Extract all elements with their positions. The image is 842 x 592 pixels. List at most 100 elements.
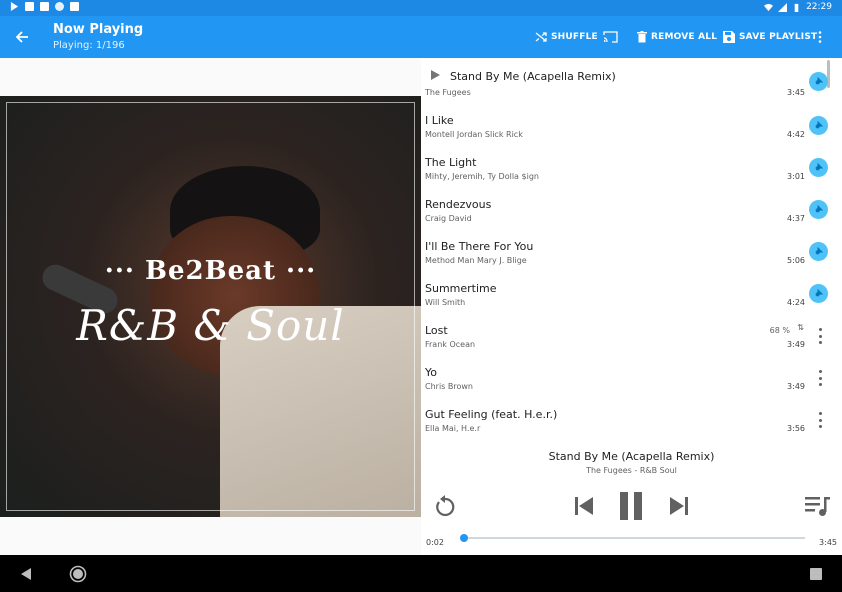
now-playing-subtitle: The Fugees - R&B Soul bbox=[586, 466, 677, 475]
more-vert-icon bbox=[818, 412, 822, 415]
download-progress: 68 % bbox=[769, 326, 790, 335]
queue-toggle-button[interactable] bbox=[804, 492, 832, 520]
pin-button[interactable] bbox=[809, 72, 828, 91]
queue-row[interactable]: Summertime Will Smith 4:24 bbox=[421, 272, 842, 314]
pin-button[interactable] bbox=[809, 158, 828, 177]
queue-row[interactable]: Stand By Me (Acapella Remix) The Fugees … bbox=[421, 60, 842, 102]
page-title: Now Playing bbox=[53, 22, 144, 37]
track-duration: 4:42 bbox=[787, 130, 805, 139]
track-menu-button[interactable] bbox=[816, 328, 824, 344]
wifi-icon bbox=[764, 3, 774, 11]
total-time: 3:45 bbox=[819, 538, 837, 547]
battery-icon bbox=[794, 3, 799, 12]
album-art-pane: ··· Be2Beat ··· R&B & Soul bbox=[0, 58, 421, 555]
track-title: Lost bbox=[425, 324, 448, 337]
track-artist: Will Smith bbox=[425, 298, 466, 307]
save-playlist-button[interactable]: SAVE PLAYLIST bbox=[723, 29, 817, 45]
now-playing-panel: Stand By Me (Acapella Remix) The Fugees … bbox=[421, 440, 842, 555]
playlist-music-icon bbox=[805, 497, 830, 516]
track-artist: Montell Jordan Slick Rick bbox=[425, 130, 523, 139]
system-nav-bar bbox=[0, 555, 842, 592]
more-vert-icon bbox=[818, 328, 822, 331]
now-playing-indicator-icon bbox=[431, 70, 440, 80]
queue-row[interactable]: Rendezvous Craig David 4:37 bbox=[421, 188, 842, 230]
replay-icon bbox=[436, 495, 455, 517]
save-playlist-label: SAVE PLAYLIST bbox=[739, 32, 818, 42]
track-menu-button[interactable] bbox=[816, 370, 824, 386]
trash-icon bbox=[637, 31, 647, 43]
track-duration: 3:01 bbox=[787, 172, 805, 181]
nav-recents-icon bbox=[810, 568, 822, 580]
pin-button[interactable] bbox=[809, 200, 828, 219]
pin-button[interactable] bbox=[809, 242, 828, 261]
signal-icon bbox=[778, 2, 788, 12]
track-title: I'll Be There For You bbox=[425, 240, 534, 253]
album-art: ··· Be2Beat ··· R&B & Soul bbox=[0, 96, 421, 517]
track-artist: The Fugees bbox=[425, 88, 471, 97]
cast-button[interactable] bbox=[603, 29, 618, 45]
pin-icon bbox=[815, 77, 823, 85]
pin-icon bbox=[815, 163, 823, 171]
track-title: Gut Feeling (feat. H.e.r.) bbox=[425, 408, 558, 421]
track-title: I Like bbox=[425, 114, 454, 127]
queue-list[interactable]: Stand By Me (Acapella Remix) The Fugees … bbox=[421, 58, 842, 440]
pin-icon bbox=[815, 289, 823, 297]
queue-row[interactable]: I'll Be There For You Method Man Mary J.… bbox=[421, 230, 842, 272]
remove-all-label: REMOVE ALL bbox=[651, 32, 718, 42]
track-artist: Chris Brown bbox=[425, 382, 473, 391]
track-duration: 4:37 bbox=[787, 214, 805, 223]
track-duration: 4:24 bbox=[787, 298, 805, 307]
skip-next-icon bbox=[670, 497, 688, 515]
seek-bar-thumb[interactable] bbox=[460, 534, 469, 542]
nav-back-button[interactable] bbox=[15, 563, 37, 585]
app-bar: Now Playing Playing: 1/196 SHUFFLE REMOV… bbox=[0, 16, 842, 58]
queue-row[interactable]: I Like Montell Jordan Slick Rick 4:42 bbox=[421, 104, 842, 146]
track-title: Rendezvous bbox=[425, 198, 492, 211]
queue-row[interactable]: Gut Feeling (feat. H.e.r.) Ella Mai, H.e… bbox=[421, 398, 842, 440]
shuffle-button[interactable]: SHUFFLE bbox=[535, 29, 598, 45]
gmail-icon bbox=[40, 2, 49, 11]
overflow-menu-button[interactable] bbox=[818, 29, 822, 45]
cast-icon bbox=[603, 31, 618, 43]
arrow-back-icon bbox=[15, 31, 28, 43]
track-artist: Ella Mai, H.e.r bbox=[425, 424, 481, 433]
seek-bar[interactable] bbox=[460, 534, 805, 542]
next-button[interactable] bbox=[666, 492, 692, 520]
pin-icon bbox=[815, 247, 823, 255]
nav-home-button[interactable] bbox=[67, 563, 89, 585]
pause-icon bbox=[620, 492, 642, 520]
play-store-icon bbox=[10, 2, 19, 11]
queue-row[interactable]: Yo Chris Brown 3:49 bbox=[421, 356, 842, 398]
pin-icon bbox=[815, 121, 823, 129]
now-playing-title: Stand By Me (Acapella Remix) bbox=[548, 450, 715, 463]
pin-button[interactable] bbox=[809, 116, 828, 135]
pause-button[interactable] bbox=[616, 490, 646, 522]
elapsed-time: 0:02 bbox=[426, 538, 444, 547]
track-menu-button[interactable] bbox=[816, 412, 824, 428]
nav-home-icon bbox=[69, 565, 87, 583]
previous-button[interactable] bbox=[571, 492, 597, 520]
status-bar: 22:29 bbox=[0, 0, 842, 16]
nav-recents-button[interactable] bbox=[805, 563, 827, 585]
back-button[interactable] bbox=[10, 25, 34, 49]
nav-back-icon bbox=[21, 568, 31, 580]
track-title: Stand By Me (Acapella Remix) bbox=[450, 70, 616, 83]
queue-row[interactable]: The Light Mihty, Jeremih, Ty Dolla $ign … bbox=[421, 146, 842, 188]
repeat-button[interactable] bbox=[431, 492, 459, 520]
sync-arrows-icon: ⇅ bbox=[797, 323, 804, 332]
track-artist: Craig David bbox=[425, 214, 472, 223]
remove-all-button[interactable]: REMOVE ALL bbox=[637, 29, 717, 45]
track-duration: 3:45 bbox=[787, 88, 805, 97]
skip-previous-icon bbox=[575, 497, 593, 515]
shuffle-label: SHUFFLE bbox=[551, 32, 598, 42]
track-duration: 5:06 bbox=[787, 256, 805, 265]
pin-icon bbox=[815, 205, 823, 213]
page-subtitle: Playing: 1/196 bbox=[53, 40, 125, 51]
more-vert-icon bbox=[818, 31, 822, 43]
track-title: Summertime bbox=[425, 282, 497, 295]
pin-button[interactable] bbox=[809, 284, 828, 303]
track-artist: Method Man Mary J. Blige bbox=[425, 256, 527, 265]
sd-card-icon bbox=[70, 2, 79, 11]
queue-row[interactable]: Lost Frank Ocean 68 % ⇅ 3:49 bbox=[421, 314, 842, 356]
track-artist: Frank Ocean bbox=[425, 340, 476, 349]
